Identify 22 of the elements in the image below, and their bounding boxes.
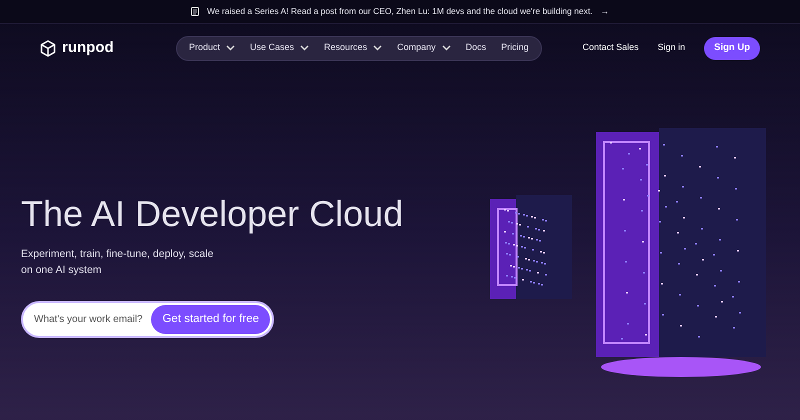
document-icon bbox=[190, 7, 199, 16]
hero-subtitle: Experiment, train, fine-tune, deploy, scale on one AI system bbox=[21, 247, 214, 278]
nav-link[interactable]: Resources bbox=[324, 41, 382, 55]
chevron-down-icon bbox=[226, 45, 236, 51]
chevron-down-icon bbox=[442, 45, 451, 51]
nav-link[interactable]: Company bbox=[397, 41, 451, 55]
nav-action-link[interactable]: Sign in bbox=[658, 41, 686, 55]
email-input-field[interactable]: What's your work email? bbox=[25, 312, 152, 327]
chevron-down-icon bbox=[373, 45, 382, 51]
nav-link[interactable]: Product bbox=[189, 41, 236, 55]
arrow-icon: → bbox=[600, 5, 610, 18]
nav-action-link[interactable]: Contact Sales bbox=[582, 41, 639, 55]
announcement-link[interactable]: We raised a Series A! Read a post from our CEO, Zhen Lu: 1M devs and the cloud we're building next. bbox=[206, 5, 593, 18]
chevron-down-icon bbox=[300, 45, 310, 51]
nav-link[interactable]: Use Cases bbox=[250, 41, 310, 55]
hero-title: The AI Developer Cloud bbox=[21, 192, 404, 236]
get-started-button[interactable]: Get started for free bbox=[151, 305, 270, 334]
brand-name[interactable]: runpod bbox=[62, 36, 114, 60]
cube-logo-icon bbox=[40, 40, 56, 56]
sign-up-button[interactable]: Sign Up bbox=[704, 36, 760, 60]
nav-link[interactable]: Docs bbox=[466, 41, 486, 55]
nav-link[interactable]: Pricing bbox=[501, 41, 529, 55]
